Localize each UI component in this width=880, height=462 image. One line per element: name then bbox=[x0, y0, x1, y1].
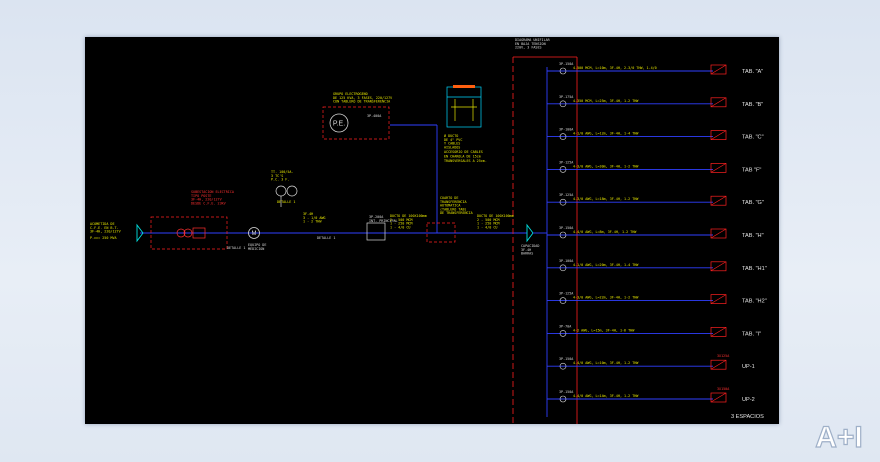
panel-rating-label: 3X125A bbox=[717, 354, 729, 358]
branch-row: 3P-125A4-3/0 AWG, L=18m, 3F-4H, 1-2 THW T… bbox=[547, 193, 764, 206]
spares-label: 3 ESPACIOS bbox=[731, 414, 764, 420]
panel-box-diagonal bbox=[710, 228, 727, 239]
branch-row: 3P-125A4-3/0 AWG, L=22m, 3F-4H, 1-2 THW T… bbox=[547, 292, 767, 305]
branch-row: 3P-150A4-500 MCM, L=10m, 3F-4H, 2-3/0 TH… bbox=[547, 62, 763, 75]
branch-circuits: 3P-150A4-500 MCM, L=10m, 3F-4H, 2-3/0 TH… bbox=[547, 62, 767, 420]
branch-cable-label: 4-350 MCM, L=25m, 3F-4H, 1-2 THW bbox=[573, 99, 639, 103]
branch-row: 3P-100A4-1/0 AWG, L=12m, 3F-4H, 1-4 THW T… bbox=[547, 128, 764, 141]
branch-row: 3P-70A4-2 AWG, L=15m, 3F-4H, 1-6 THW TAB.… bbox=[547, 324, 761, 337]
branch-cable-label: 4-4/0 AWG, L=8m, 3F-4H, 1-2 THW bbox=[573, 230, 637, 234]
panel-rating-label: 3X150A bbox=[717, 387, 729, 391]
meter-label: MEDICION bbox=[248, 247, 264, 251]
feeder-label: 1 - 2 THW bbox=[303, 220, 322, 224]
panel-box-diagonal bbox=[710, 130, 727, 140]
branch-breaker-label: 3P-150A bbox=[559, 62, 573, 66]
branch-cable-label: 4-2 AWG, L=15m, 3F-4H, 1-6 THW bbox=[573, 328, 635, 332]
panel-tag: UP-2 bbox=[742, 397, 755, 403]
panel-tag: TAB. "B" bbox=[742, 102, 763, 108]
ct-label: P.C. 3 F. bbox=[271, 178, 289, 182]
main-breaker-box bbox=[366, 222, 386, 241]
single-line-diagram: M P.E. 3P-150A4-500 MCM, L=10m, 3F-4H, 2… bbox=[90, 38, 767, 424]
main-bus-label: BARRAS bbox=[521, 252, 533, 256]
branch-cable-label: 4-4/0 AWG, L=10m, 3F-4H, 1-2 THW bbox=[573, 361, 639, 365]
title-block-text: 220V, 3 FASES bbox=[515, 46, 542, 50]
transfer-box bbox=[426, 222, 456, 243]
panel-box-diagonal bbox=[710, 359, 727, 370]
branch-cable-label: 4-4/0 AWG, L=14m, 3F-4H, 1-2 THW bbox=[573, 394, 639, 398]
branch-breaker-label: 3P-125A bbox=[559, 292, 573, 296]
branch-cable-label: 4-3/0 AWG, L=22m, 3F-4H, 1-2 THW bbox=[573, 296, 639, 300]
panel-tag: UP-1 bbox=[742, 364, 755, 370]
substation-label: DESDE C.F.E. 23KV bbox=[191, 201, 226, 205]
trench-cover bbox=[453, 85, 475, 88]
ct-detail: DETALLE 1 bbox=[277, 200, 295, 204]
panel-box-diagonal bbox=[710, 327, 727, 337]
trench-cables-icon bbox=[451, 99, 477, 121]
meter-symbol: M bbox=[252, 231, 257, 237]
incoming-power: P.cc= 250 MVA bbox=[90, 236, 117, 240]
panel-tag: TAB. "I" bbox=[742, 331, 761, 337]
branch-breaker-label: 3P-150A bbox=[559, 390, 573, 394]
branch-breaker-label: 3P-125A bbox=[559, 160, 573, 164]
branch-row: 3P-150A4-4/0 AWG, L=8m, 3F-4H, 1-2 THW TA… bbox=[547, 226, 764, 239]
bus-arrow-icon bbox=[526, 223, 534, 243]
generator-symbol: P.E. bbox=[333, 121, 345, 128]
feeder-detail: DETALLE 1 bbox=[317, 236, 335, 240]
branch-cable-label: 4-3/0 AWG, L=30m, 3F-4H, 1-2 THW bbox=[573, 164, 639, 168]
branch-cable-label: 4-500 MCM, L=10m, 3F-4H, 2-3/0 THW, 1-4/… bbox=[573, 66, 657, 70]
trench-note: EN CHAROLA DE 15cm bbox=[444, 155, 481, 159]
logo-watermark: A+I bbox=[815, 420, 864, 454]
panel-box-diagonal bbox=[710, 392, 727, 403]
substation-detail: DETALLE 1 bbox=[227, 246, 245, 250]
panel-box-diagonal bbox=[710, 195, 727, 206]
panel-box-diagonal bbox=[710, 97, 727, 108]
busway-1-label: 1 - 4/0 CU bbox=[390, 225, 410, 229]
panel-tag: TAB. "H1" bbox=[742, 266, 767, 272]
incoming-label: 3F-4H, 220/127V bbox=[90, 230, 121, 234]
trench-note: TRANSVERSALES A 25cm. bbox=[444, 159, 487, 163]
branch-row: 3P-175A4-350 MCM, L=25m, 3F-4H, 1-2 THW T… bbox=[547, 95, 763, 108]
panel-tag: TAB. "H2" bbox=[742, 299, 767, 305]
trench-small-note: AISLADOS bbox=[444, 145, 460, 149]
diagram-labels: DIAGRAMA UNIFILAREN BAJA TENSION220V, 3 … bbox=[90, 38, 551, 256]
branch-row: 3P-150A4-4/0 AWG, L=14m, 3F-4H, 1-2 THW 3… bbox=[547, 387, 755, 403]
cad-drawing-area: M P.E. 3P-150A 4-500 MCM, L=10m, 3F-4H, 2… bbox=[85, 37, 779, 424]
branch-breaker-label: 3P-125A bbox=[559, 193, 573, 197]
watermark-text: A+I bbox=[815, 421, 863, 454]
panel-tag: TAB. "C" bbox=[742, 135, 764, 141]
branch-breaker-label: 3P-150A bbox=[559, 226, 573, 230]
branch-row: 3P-100A4-1/0 AWG, L=20m, 3F-4H, 1-4 THW T… bbox=[547, 259, 767, 272]
panel-tag: TAB. "A" bbox=[742, 69, 763, 75]
branch-row: 3P-125A4-3/0 AWG, L=30m, 3F-4H, 1-2 THW T… bbox=[547, 160, 761, 173]
branch-cable-label: 4-1/0 AWG, L=12m, 3F-4H, 1-4 THW bbox=[573, 132, 639, 136]
generator-label: CON TABLERO DE TRANSFERENCIA bbox=[333, 100, 390, 104]
panel-box-diagonal bbox=[710, 294, 727, 304]
panel-box-diagonal bbox=[710, 261, 727, 272]
branch-breaker-label: 3P-150A bbox=[559, 357, 573, 361]
panel-tag: TAB. "H" bbox=[742, 233, 764, 239]
generator-breaker: 3P-400A bbox=[367, 114, 381, 118]
branch-breaker-label: 3P-70A bbox=[559, 324, 571, 328]
busway-2-label: 1 - 4/0 CU bbox=[477, 225, 497, 229]
panel-tag: TAB. "G" bbox=[742, 200, 764, 206]
panel-box-diagonal bbox=[710, 64, 727, 75]
branch-breaker-label: 3P-100A bbox=[559, 259, 573, 263]
trench-note: ACCESORIO DE CABLES bbox=[444, 150, 483, 154]
branch-breaker-label: 3P-100A bbox=[559, 128, 573, 132]
transfer-label: DE TRANSFERENCIA bbox=[440, 211, 473, 215]
panel-box-diagonal bbox=[710, 163, 727, 173]
branch-row: 3P-150A4-4/0 AWG, L=10m, 3F-4H, 1-2 THW 3… bbox=[547, 354, 755, 370]
branch-breaker-label: 3P-175A bbox=[559, 95, 573, 99]
panel-tag: TAB "F" bbox=[742, 167, 761, 173]
branch-cable-label: 4-1/0 AWG, L=20m, 3F-4H, 1-4 THW bbox=[573, 263, 639, 267]
branch-cable-label: 4-3/0 AWG, L=18m, 3F-4H, 1-2 THW bbox=[573, 197, 639, 201]
